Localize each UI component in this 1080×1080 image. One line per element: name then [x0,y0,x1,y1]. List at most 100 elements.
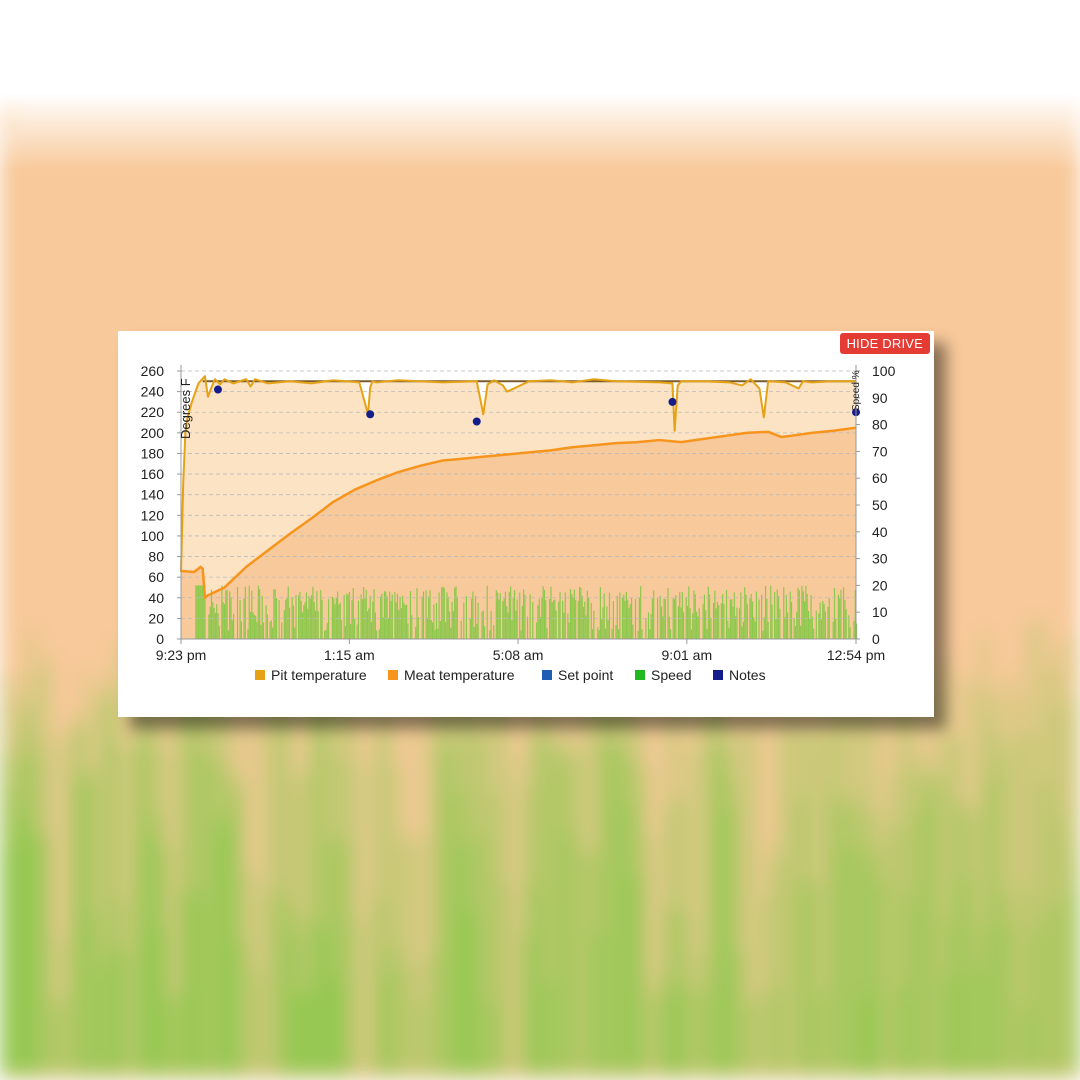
speed-bar [416,587,418,639]
speed-bar [481,611,483,639]
y2-tick-label: 90 [872,390,888,406]
speed-bar [716,696,719,1075]
speed-bar [388,707,392,1075]
speed-bar [233,785,237,1075]
speed-bar [608,592,611,639]
speed-bar [619,592,621,639]
speed-bar [6,848,10,1075]
speed-bar [543,589,546,639]
speed-bar [437,628,439,639]
speed-bar [430,620,432,639]
speed-bar [1006,925,1009,1075]
speed-bar [917,663,920,1075]
speed-bar [474,595,477,639]
y2-tick-label: 70 [872,443,888,459]
speed-bar [104,686,108,1075]
speed-bar [1072,889,1075,1075]
speed-bar [474,658,478,1075]
speed-bar [311,921,314,1075]
speed-bar [230,767,234,1075]
speed-bar [446,592,448,639]
speed-bar [222,714,225,1075]
speed-bar [130,749,134,1075]
speed-bar [733,592,735,639]
speed-bar [391,594,393,639]
y-tick-label: 80 [148,549,164,565]
legend-item-notes: Notes [713,667,766,683]
speed-bar [551,602,553,639]
speed-bar [994,730,998,1075]
speed-bar [35,834,39,1075]
speed-bar [274,589,276,639]
speed-bar [493,625,495,639]
speed-bar [41,837,45,1075]
speed-bar [465,595,467,639]
speed-bar [721,674,725,1075]
speed-bar [313,602,315,639]
speed-bar [650,614,652,639]
speed-bar [229,591,231,639]
speed-bar [385,972,389,1075]
speed-bar [606,606,608,639]
speed-bar [661,998,665,1075]
speed-bar [837,594,839,639]
speed-bar [233,613,235,639]
speed-bar [1049,673,1052,1075]
speed-bar [960,678,963,1075]
speed-bar [842,587,845,639]
speed-bar [212,602,214,639]
speed-bar [314,610,317,639]
speed-bar [980,926,983,1075]
speed-bar [925,785,929,1075]
y-tick-label: 0 [156,631,164,647]
y-tick-label: 20 [148,610,164,626]
speed-bar [210,589,213,639]
speed-bar [675,595,677,639]
speed-bar [449,752,452,1075]
speed-bar [825,729,828,1075]
speed-bar [673,599,676,639]
speed-bar [689,608,691,639]
speed-bar [508,592,510,639]
speed-bar [755,591,758,639]
speed-bar [629,604,631,639]
speed-bar [713,717,716,1075]
speed-bar [581,595,583,639]
speed-bar [624,600,626,639]
speed-bar [285,600,287,639]
speed-bar [762,630,764,639]
speed-bar [681,591,683,639]
speed-bar [607,619,609,639]
speed-bar [363,586,365,639]
speed-bar [291,913,294,1075]
speed-bar [668,616,670,639]
note-marker [472,417,481,426]
speed-bar [471,598,473,639]
speed-bar [296,780,300,1075]
y-axis-label: Degrees F [178,378,193,439]
speed-bar [428,596,430,639]
speed-bar [378,629,380,639]
speed-bar [73,714,76,1075]
speed-bar [283,610,285,639]
speed-bar [800,625,802,639]
speed-bar [4,749,7,1075]
speed-bar [647,992,650,1075]
speed-bar [195,585,197,639]
legend-label: Pit temperature [271,667,367,683]
speed-bar [417,617,419,639]
speed-bar [683,612,685,639]
speed-bar [382,617,384,639]
speed-bar [702,603,704,639]
speed-bar [770,846,774,1075]
speed-bar [409,591,412,639]
y2-tick-label: 80 [872,417,888,433]
speed-bar [569,589,572,639]
speed-bar [558,762,561,1075]
speed-bar [506,606,508,639]
speed-bar [223,603,226,639]
x-tick-label: 12:54 pm [827,647,885,663]
speed-bar [865,994,868,1075]
speed-bar [262,622,265,639]
speed-bar [835,618,837,639]
